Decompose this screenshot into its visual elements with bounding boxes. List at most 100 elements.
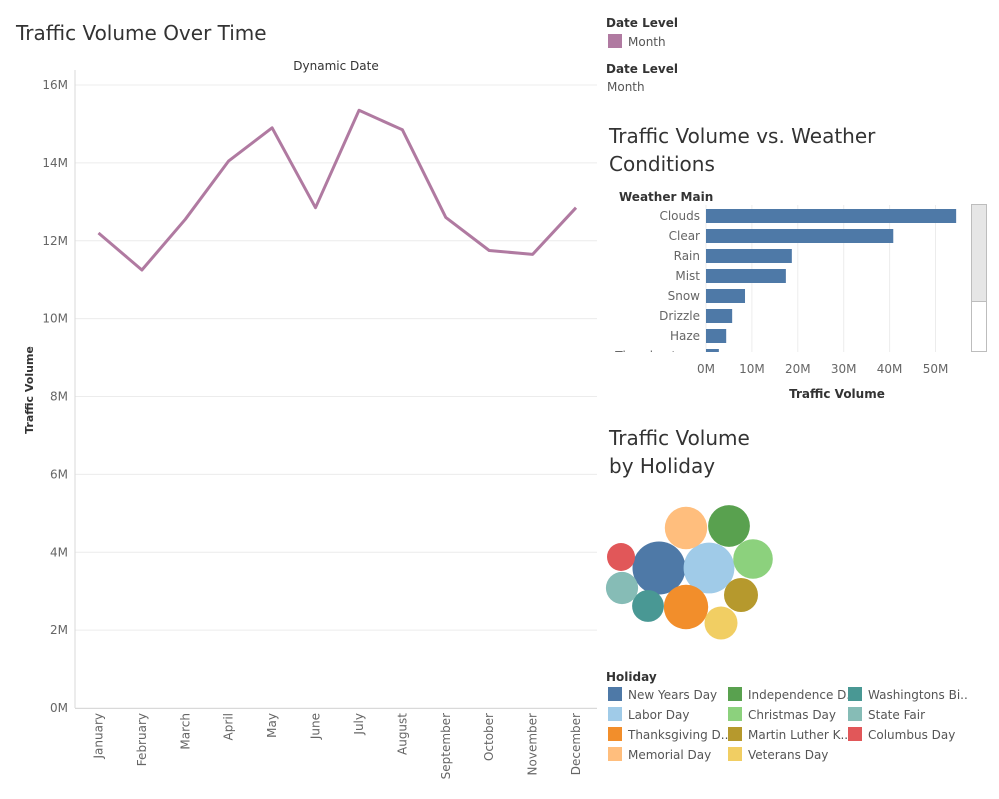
x-tick-label: 10M [739, 362, 765, 376]
y-tick-label: 4M [50, 545, 68, 559]
holiday-bubble [663, 584, 709, 630]
legend-label: Columbus Day [868, 728, 956, 742]
legend-swatch [608, 727, 622, 741]
bar [706, 269, 786, 283]
holiday-legend-item[interactable]: Labor Day [608, 707, 689, 722]
bar-group: Clouds Clear Rain Mist Snow Drizzle Haze Thunde… [614, 209, 957, 363]
legend-label: Memorial Day [628, 748, 712, 762]
x-tick-label: May [265, 713, 279, 738]
holiday-bubble [664, 506, 708, 550]
x-axis-label: Traffic Volume [789, 387, 885, 401]
y-tick-label: 2M [50, 623, 68, 637]
bar [706, 249, 792, 263]
bar-category-label: Clouds [659, 209, 700, 223]
legend-label: Labor Day [628, 708, 690, 722]
x-tick-label: October [482, 713, 496, 761]
x-tick-label: 50M [923, 362, 949, 376]
x-tick-label: June [309, 713, 323, 740]
y-tick-label: 16M [42, 78, 68, 92]
bar-category-label: Haze [670, 329, 700, 343]
x-tick-label: November [526, 713, 540, 775]
date-level-param-title: Date Level [606, 62, 678, 76]
x-tick-label: December [569, 713, 583, 775]
y-tick-label: 0M [50, 701, 68, 715]
traffic-volume-line [97, 108, 578, 272]
bar-chart-scrollbar[interactable] [971, 204, 987, 352]
bar-category-label: Mist [675, 269, 700, 283]
legend-swatch [608, 707, 622, 721]
holiday-bubble [708, 505, 750, 547]
holiday-legend-title: Holiday [606, 670, 657, 684]
x-tick-label: August [395, 713, 409, 755]
legend-swatch [608, 687, 622, 701]
holiday-legend-item[interactable]: Washingtons Bi.. [848, 687, 968, 702]
legend-label: State Fair [868, 708, 925, 722]
x-tick-label: 30M [831, 362, 857, 376]
y-tick-label: 12M [42, 234, 68, 248]
line-chart-title: Traffic Volume Over Time [16, 21, 267, 45]
y-axis-label: Traffic Volume [23, 346, 36, 434]
holiday-legend-item[interactable]: Thanksgiving D.. [608, 727, 728, 742]
holiday-legend-item[interactable]: State Fair [848, 707, 925, 722]
holiday-legend-item[interactable]: Martin Luther K.. [728, 727, 848, 742]
holiday-legend-item[interactable]: Veterans Day [728, 747, 828, 762]
legend-swatch [728, 747, 742, 761]
date-level-filter-item[interactable]: Month [608, 34, 666, 49]
x-tick-label: 0M [697, 362, 715, 376]
legend-swatch [728, 687, 742, 701]
bar-chart-title-line1: Traffic Volume vs. Weather [609, 124, 876, 148]
bar-category-label: Thunderstorm [614, 349, 700, 363]
line-chart-header: Dynamic Date [293, 59, 378, 73]
holiday-bubble [704, 606, 738, 640]
holiday-legend-item[interactable]: New Years Day [608, 687, 717, 702]
bar [706, 349, 719, 352]
x-tick-label: September [439, 713, 453, 779]
y-tick-label: 14M [42, 156, 68, 170]
x-tick-label: April [222, 713, 236, 740]
legend-label: Veterans Day [748, 748, 829, 762]
legend-label: Thanksgiving D.. [628, 728, 729, 742]
date-level-param-value[interactable]: Month [607, 80, 645, 94]
bar-chart: Weather Main 0M 10M 20M 30M 40M 50M Clouds Clear… [614, 190, 957, 401]
bar [706, 229, 894, 243]
legend-label: Washingtons Bi.. [868, 688, 968, 702]
holiday-legend-item[interactable]: Christmas Day [728, 707, 836, 722]
bubble-chart-title-line1: Traffic Volume [609, 426, 750, 450]
holiday-bubble [607, 543, 635, 571]
y-tick-label: 10M [42, 312, 68, 326]
bar-category-label: Clear [669, 229, 700, 243]
holiday-legend-item[interactable]: Columbus Day [848, 727, 955, 742]
x-tick-label: July [352, 713, 366, 736]
legend-label: Independence D.. [748, 688, 855, 702]
bar [706, 289, 746, 303]
legend-swatch [848, 727, 862, 741]
holiday-legend-item[interactable]: Memorial Day [608, 747, 711, 762]
date-level-filter-value: Month [628, 35, 666, 49]
legend-swatch [848, 707, 862, 721]
x-tick-label: February [135, 713, 149, 766]
x-tick-label: January [92, 713, 106, 760]
bar-chart-title-line2: Conditions [609, 152, 715, 176]
month-swatch [608, 34, 622, 48]
bar-chart-header: Weather Main [619, 190, 713, 204]
bar [706, 209, 957, 223]
line-chart: Dynamic Date 0M 2M 4M 6M 8M 10M 12M 14M 16M Traffi… [23, 59, 597, 779]
bubble-chart-title-line2: by Holiday [609, 454, 716, 478]
bar-category-label: Snow [668, 289, 701, 303]
y-tick-label: 6M [50, 467, 68, 481]
bar [706, 329, 727, 343]
holiday-legend-item[interactable]: Independence D.. [728, 687, 854, 702]
bubble-chart [605, 505, 773, 640]
x-tick-label: 40M [877, 362, 903, 376]
legend-swatch [728, 707, 742, 721]
legend-label: Martin Luther K.. [748, 728, 849, 742]
legend-swatch [848, 687, 862, 701]
holiday-bubble [605, 571, 639, 605]
x-tick-label: 20M [785, 362, 811, 376]
legend-swatch [608, 747, 622, 761]
scrollbar-thumb[interactable] [972, 205, 986, 302]
holiday-bubble [733, 539, 773, 579]
bar [706, 309, 733, 323]
x-tick-label: March [178, 713, 192, 750]
legend-swatch [728, 727, 742, 741]
